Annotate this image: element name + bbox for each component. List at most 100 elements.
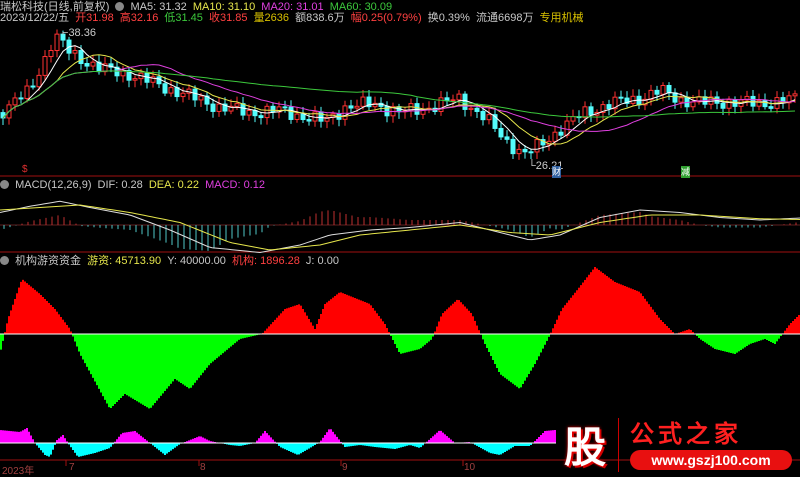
fund-bar [58,314,60,334]
fund-bar [612,281,614,335]
osc-bar [90,443,92,454]
candle [661,85,665,94]
candle [169,88,173,93]
fund-bar [80,334,82,356]
high-price-label: ⌐38.36 [62,27,99,39]
fund-bar [126,334,128,395]
event-marker-s[interactable]: $ [22,164,28,176]
osc-bar [194,438,196,443]
osc-bar [492,443,494,454]
candle [721,103,725,108]
fund-bar [574,293,576,334]
date: 2023/12/22/五 [0,12,69,24]
fund-bar [430,334,432,340]
chart-canvas[interactable] [0,0,800,476]
logo-url[interactable]: www.gszj100.com [630,450,792,470]
fund-bar [462,304,464,334]
osc-bar [272,440,274,443]
osc-bar [6,431,8,443]
candle [13,98,17,105]
fund-bar [164,334,166,391]
fund-bar [762,334,764,340]
osc-bar [96,443,98,452]
fund-bar [12,305,14,334]
candle [511,139,515,153]
fund-bar [102,334,104,396]
fund-bar [652,310,654,334]
candle [691,102,695,107]
fund-bar [628,288,630,334]
osc-bar [378,443,380,447]
fund-bar [786,328,788,334]
fund-bar [748,334,750,345]
fund-bar [18,288,20,334]
macd-value: MACD: 0.12 [205,179,265,191]
fund-bar [580,285,582,334]
fund-bar [726,334,728,352]
candle [487,115,491,120]
osc-bar [382,443,384,448]
osc-bar [60,437,62,443]
osc-bar [448,438,450,443]
fund-bar [174,334,176,379]
osc-bar [434,435,436,444]
osc-bar [98,443,100,452]
fund-bar [234,334,236,343]
dropdown-icon[interactable] [115,2,124,11]
fund-bar [770,334,772,342]
osc-bar [2,430,4,443]
fund-bar [656,315,658,334]
osc-bar [508,443,510,450]
osc-bar [332,432,334,443]
close: 收31.85 [209,12,248,24]
dropdown-icon[interactable] [0,180,9,189]
candle [31,86,35,87]
osc-bar [190,440,192,443]
fund-bar [176,334,178,380]
fund-bar [506,334,508,379]
fund-bar [764,334,766,339]
fund-bar [648,304,650,334]
fund-bar [412,334,414,351]
candle [451,100,455,101]
fund-bar [406,334,408,352]
osc-bar [280,443,282,447]
macd-label: MACD(12,26,9) [15,179,91,191]
logo-name: 公式之家 [630,414,742,449]
fund-bar [204,334,206,370]
fund-bar [224,334,226,352]
fund-bar [244,334,246,338]
fund-bar [316,324,318,334]
fund-bar [720,334,722,351]
reduce-marker[interactable]: 减 [681,166,690,178]
osc-bar [296,443,298,455]
dropdown-icon[interactable] [0,256,9,265]
fund-bar [558,315,560,334]
fund-bar [310,322,312,334]
fund-bar [448,307,450,334]
fund-bar [286,308,288,334]
candle [91,62,95,66]
fund-bar [414,334,416,350]
fund-bar [324,304,326,334]
fund-bar [220,334,222,355]
osc-bar [160,443,162,452]
fund-bar [6,323,8,334]
fund-bar [626,287,628,334]
osc-bar [12,431,14,443]
fund-bar [178,334,180,382]
fund-bar [472,316,474,334]
osc-bar [510,443,512,448]
fund-bar [476,326,478,334]
fund-bar [454,302,456,334]
fund-bar [664,324,666,334]
finance-marker[interactable]: 财 [552,166,561,178]
osc-bar [200,437,202,444]
fund-bar [474,321,476,334]
candle [535,140,539,152]
osc-bar [436,433,438,443]
fund-bar [318,319,320,334]
fund-bar [298,304,300,334]
osc-bar [116,439,118,443]
osc-bar [538,437,540,443]
